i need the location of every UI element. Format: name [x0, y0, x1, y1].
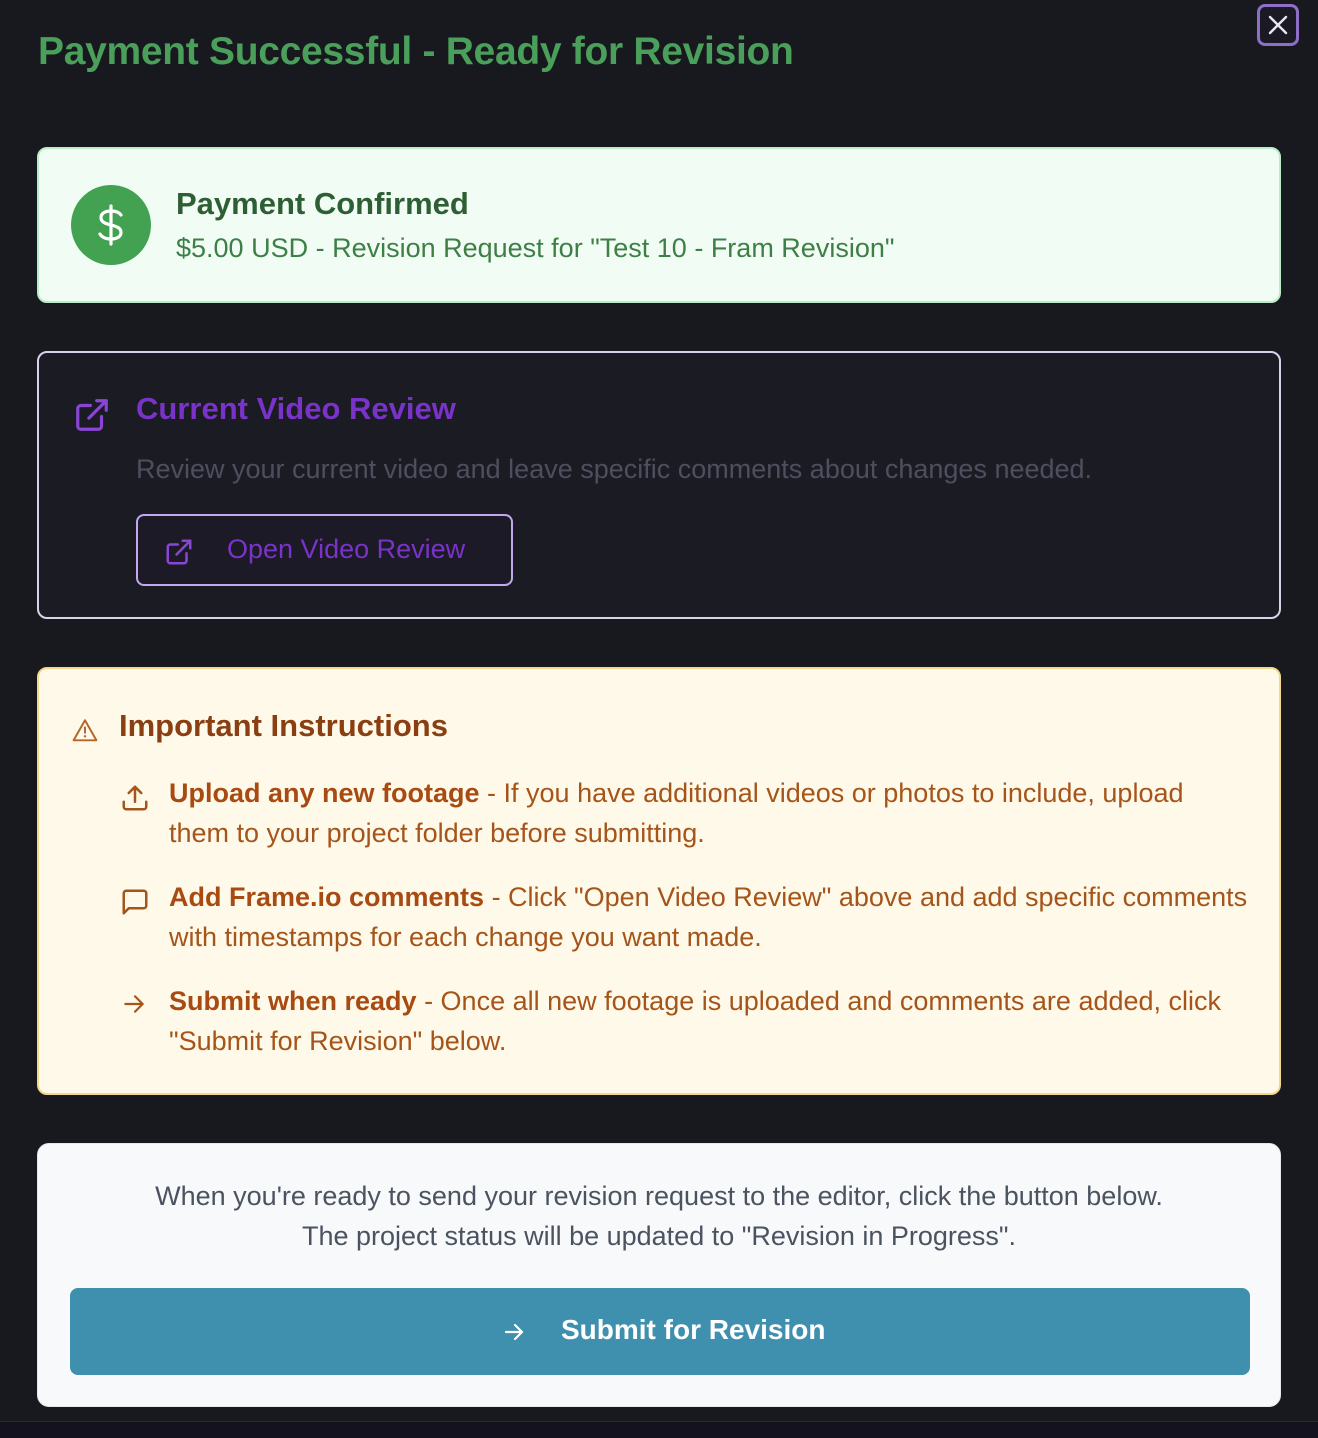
submit-description-line1: When you're ready to send your revision …	[155, 1181, 1163, 1211]
close-button[interactable]	[1257, 4, 1299, 46]
dollar-icon	[71, 185, 151, 265]
payment-details: $5.00 USD - Revision Request for "Test 1…	[176, 233, 895, 263]
instructions-card: Important Instructions Upload any new fo…	[37, 667, 1281, 1095]
arrow-right-icon	[504, 1323, 524, 1341]
instruction-text: Add Frame.io comments - Click "Open Vide…	[169, 877, 1249, 957]
payment-title: Payment Confirmed	[176, 186, 469, 221]
warning-icon	[72, 719, 98, 742]
external-link-icon	[166, 539, 192, 565]
submit-for-revision-button[interactable]: Submit for Revision	[70, 1288, 1250, 1375]
instruction-bold: Add Frame.io comments	[169, 882, 485, 912]
video-review-title: Current Video Review	[136, 391, 456, 426]
instruction-bold: Submit when ready	[169, 986, 417, 1016]
open-video-review-label: Open Video Review	[227, 534, 466, 564]
submit-description-line2: The project status will be updated to "R…	[301, 1221, 1017, 1251]
instruction-text: Submit when ready - Once all new footage…	[169, 981, 1249, 1061]
submit-for-revision-label: Submit for Revision	[561, 1314, 826, 1345]
bottom-edge	[0, 1421, 1318, 1438]
video-review-description: Review your current video and leave spec…	[136, 454, 1093, 484]
comment-icon	[122, 889, 148, 915]
submit-description: When you're ready to send your revision …	[38, 1176, 1280, 1256]
open-video-review-button[interactable]: Open Video Review	[136, 514, 513, 586]
arrow-right-icon	[124, 995, 144, 1013]
payment-confirmed-card: Payment Confirmed $5.00 USD - Revision R…	[37, 147, 1281, 303]
upload-icon	[122, 785, 148, 811]
instruction-text: Upload any new footage - If you have add…	[169, 773, 1249, 853]
instructions-title: Important Instructions	[119, 708, 448, 743]
close-icon	[1268, 15, 1288, 35]
external-link-icon	[76, 399, 108, 431]
video-review-card: Current Video Review Review your current…	[37, 351, 1281, 619]
dialog-title: Payment Successful - Ready for Revision	[38, 30, 794, 73]
submit-card: When you're ready to send your revision …	[37, 1143, 1281, 1407]
instruction-bold: Upload any new footage	[169, 778, 480, 808]
